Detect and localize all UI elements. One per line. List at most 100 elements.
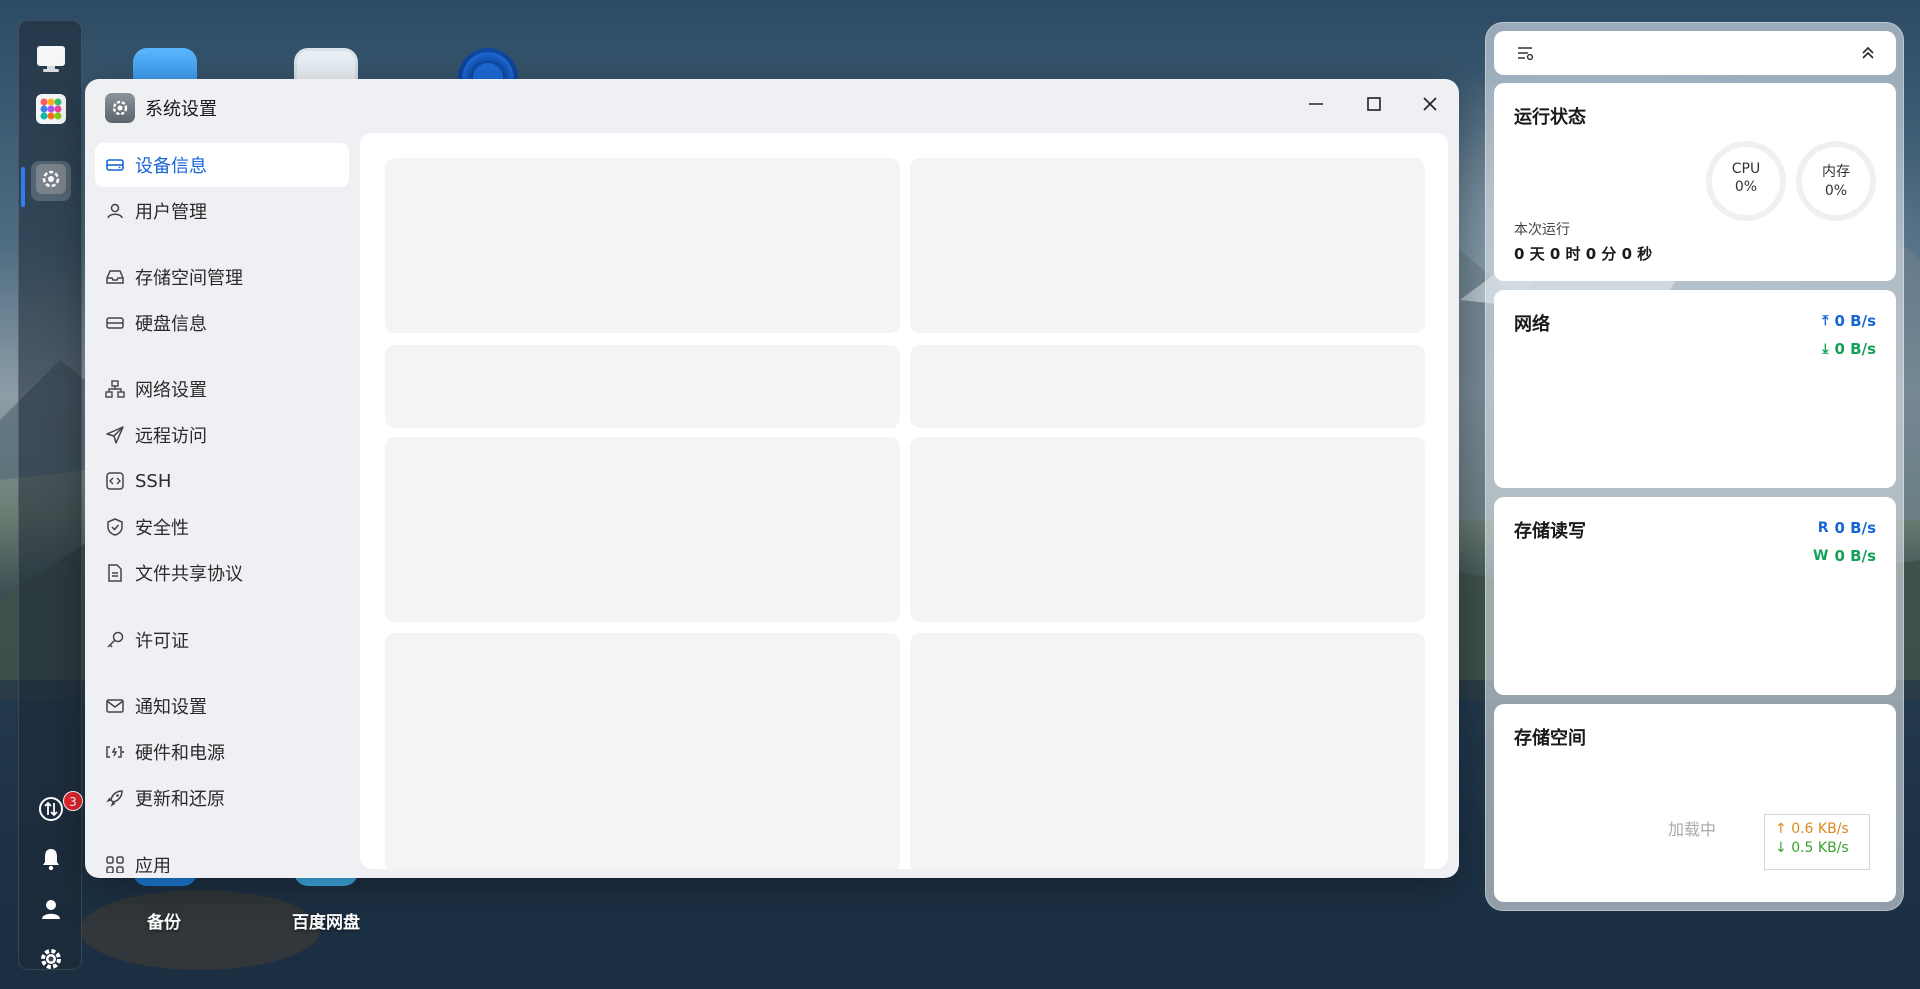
nav-item-remote-access[interactable]: 远程访问 xyxy=(95,413,349,457)
storage-read-value: 0 B/s xyxy=(1834,519,1877,537)
widget-settings-button[interactable] xyxy=(1516,44,1534,66)
memory-label: 内存 xyxy=(1822,164,1850,180)
storage-read: R 0 B/s xyxy=(1818,519,1876,537)
settings-sidebar: 设备信息 用户管理 存储空间管理 硬盘信息 网络设置 远程访问 SSH 安全性 xyxy=(95,143,349,873)
skeleton-card xyxy=(910,345,1425,428)
nav-item-license[interactable]: 许可证 xyxy=(95,618,349,662)
dock-badge: 3 xyxy=(63,791,83,811)
window-title: 系统设置 xyxy=(145,99,217,120)
nav-label: 用户管理 xyxy=(135,202,207,223)
float-upload-value: 0.6 KB/s xyxy=(1791,821,1849,837)
nav-item-device-info[interactable]: 设备信息 xyxy=(95,143,349,187)
settings-gear-icon xyxy=(36,164,66,198)
user-icon xyxy=(39,897,63,925)
memory-gauge: 内存 0% xyxy=(1796,141,1876,221)
battery-icon xyxy=(105,742,125,762)
key-icon xyxy=(105,630,125,650)
cpu-gauge: CPU 0% xyxy=(1706,141,1786,221)
app-grid-icon xyxy=(36,94,66,128)
uptime-label: 本次运行 xyxy=(1514,222,1570,238)
widget-storage-space-title: 存储空间 xyxy=(1514,728,1586,749)
settings-app-icon xyxy=(105,93,135,123)
uptime-value: 0 天 0 时 0 分 0 秒 xyxy=(1514,245,1653,263)
close-icon xyxy=(1421,95,1439,117)
shield-icon xyxy=(105,517,125,537)
nav-label: 通知设置 xyxy=(135,697,207,718)
widget-toolbar xyxy=(1494,31,1896,75)
widget-network[interactable]: 网络 ⤒ 0 B/s ⤓ 0 B/s xyxy=(1494,290,1896,488)
minimize-button[interactable] xyxy=(1299,91,1333,121)
dock-app-center[interactable] xyxy=(31,91,71,131)
dock-account[interactable] xyxy=(31,891,71,931)
nav-label: 网络设置 xyxy=(135,380,207,401)
nav-label: 更新和还原 xyxy=(135,789,225,810)
download-icon: ⤓ xyxy=(1822,341,1829,357)
widget-storage-io-title: 存储读写 xyxy=(1514,521,1586,542)
maximize-icon xyxy=(1365,95,1383,117)
dock-preferences[interactable] xyxy=(31,941,71,981)
arrow-up-icon: ↑ xyxy=(1775,821,1787,837)
list-settings-icon xyxy=(1516,47,1534,66)
network-download-value: 0 B/s xyxy=(1834,340,1877,358)
nav-label: 存储空间管理 xyxy=(135,268,243,289)
write-label: W xyxy=(1813,548,1829,564)
apps-icon xyxy=(105,855,125,873)
nav-label: 安全性 xyxy=(135,518,189,539)
dock-notifications[interactable] xyxy=(31,841,71,881)
storage-write-value: 0 B/s xyxy=(1834,547,1877,565)
gear-icon xyxy=(39,947,63,975)
skeleton-card xyxy=(385,437,900,622)
arrow-down-icon: ↓ xyxy=(1775,840,1787,856)
skeleton-card xyxy=(910,633,1425,869)
nav-label: 硬盘信息 xyxy=(135,314,207,335)
nav-item-apps[interactable]: 应用 xyxy=(95,843,349,873)
upload-icon: ⤒ xyxy=(1822,313,1829,329)
skeleton-card xyxy=(385,158,900,333)
send-icon xyxy=(105,425,125,445)
widget-storage-io[interactable]: 存储读写 R 0 B/s W 0 B/s xyxy=(1494,497,1896,695)
nav-item-update-restore[interactable]: 更新和还原 xyxy=(95,776,349,820)
network-upload-value: 0 B/s xyxy=(1834,312,1877,330)
memory-value: 0% xyxy=(1824,183,1848,199)
settings-content xyxy=(360,133,1448,869)
nav-item-ssh[interactable]: SSH xyxy=(95,459,349,503)
cpu-value: 0% xyxy=(1734,179,1758,195)
nav-item-security[interactable]: 安全性 xyxy=(95,505,349,549)
drive-icon xyxy=(105,155,125,175)
speed-float-widget[interactable]: ↑ 0.6 KB/s ↓ 0.5 KB/s xyxy=(1764,814,1870,870)
float-download-value: 0.5 KB/s xyxy=(1791,840,1849,856)
skeleton-card xyxy=(385,345,900,428)
nav-item-network[interactable]: 网络设置 xyxy=(95,367,349,411)
nav-item-storage-manager[interactable]: 存储空间管理 xyxy=(95,255,349,299)
nav-item-disk-info[interactable]: 硬盘信息 xyxy=(95,301,349,345)
widget-storage-space[interactable]: 存储空间 加载中 ↑ 0.6 KB/s ↓ 0.5 KB/s xyxy=(1494,704,1896,902)
maximize-button[interactable] xyxy=(1357,91,1391,121)
desktop-label-baidu: 百度网盘 xyxy=(292,913,360,933)
storage-icon xyxy=(105,267,125,287)
window-titlebar[interactable]: 系统设置 xyxy=(85,79,1459,133)
nav-label: SSH xyxy=(135,470,172,492)
dock: 3 xyxy=(18,20,83,970)
dock-settings-app[interactable] xyxy=(31,161,71,201)
nav-item-hardware-power[interactable]: 硬件和电源 xyxy=(95,730,349,774)
float-download: ↓ 0.5 KB/s xyxy=(1775,840,1859,856)
desktop-label-backup: 备份 xyxy=(147,913,181,933)
storage-write: W 0 B/s xyxy=(1813,547,1876,565)
settings-window: 系统设置 设备信息 用户管理 存储空间管理 硬盘信息 网络设置 远程访问 SSH… xyxy=(85,79,1459,878)
nav-item-file-sharing[interactable]: 文件共享协议 xyxy=(95,551,349,595)
network-upload: ⤒ 0 B/s xyxy=(1822,312,1876,330)
close-button[interactable] xyxy=(1413,91,1447,121)
collapse-button[interactable] xyxy=(1860,44,1876,66)
dock-desktop[interactable] xyxy=(31,41,71,81)
document-icon xyxy=(105,563,125,583)
loading-text: 加载中 xyxy=(1668,820,1717,839)
nav-item-notifications[interactable]: 通知设置 xyxy=(95,684,349,728)
transfer-icon xyxy=(38,796,64,826)
nav-item-users[interactable]: 用户管理 xyxy=(95,189,349,233)
nav-label: 文件共享协议 xyxy=(135,564,243,585)
widget-status[interactable]: 运行状态 CPU 0% 内存 0% 本次运行 0 天 0 时 0 分 0 秒 xyxy=(1494,83,1896,281)
network-download: ⤓ 0 B/s xyxy=(1822,340,1876,358)
nav-label: 远程访问 xyxy=(135,426,207,447)
cpu-label: CPU xyxy=(1731,161,1761,177)
disk-icon xyxy=(105,313,125,333)
